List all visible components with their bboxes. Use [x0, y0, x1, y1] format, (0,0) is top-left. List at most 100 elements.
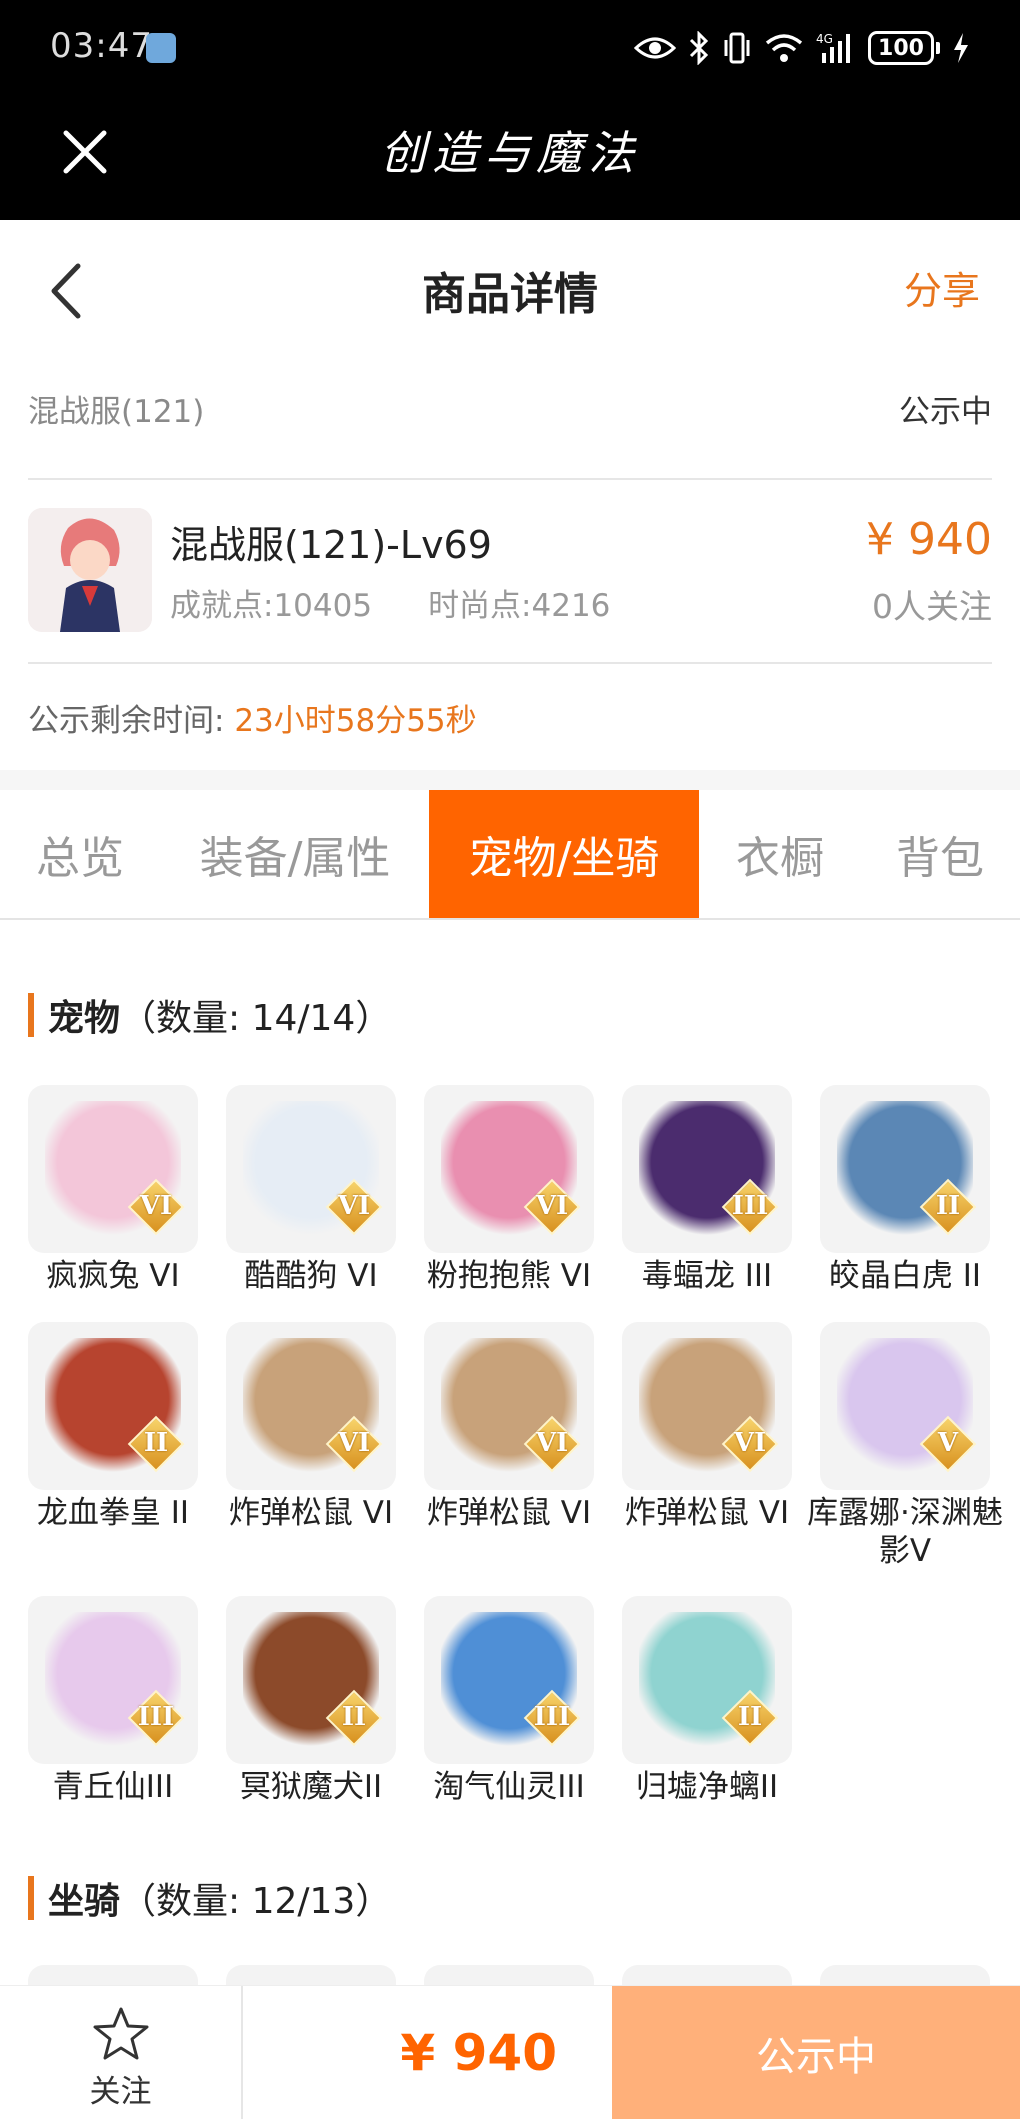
follower-count: 0人关注 [872, 587, 992, 626]
pet-item[interactable]: III 淘气仙灵III [424, 1596, 594, 1806]
divider [28, 662, 992, 664]
rank-badge-icon: VI [325, 1178, 383, 1236]
pets-section-title: 宠物（数量: 14/14） [28, 990, 391, 1040]
fashion-points: 时尚点:4216 [428, 588, 611, 624]
rank-numeral: V [937, 1428, 959, 1458]
status-bar: 03:47 4G 100 [0, 0, 1020, 95]
pet-card: III [424, 1596, 594, 1764]
pet-card: VI [424, 1322, 594, 1490]
divider [28, 478, 992, 480]
pet-card: III [622, 1085, 792, 1253]
pet-card: III [28, 1596, 198, 1764]
pet-item[interactable]: II 冥狱魔犬II [226, 1596, 396, 1806]
app-title: 创造与魔法 [380, 126, 640, 180]
rank-badge-icon: VI [523, 1178, 581, 1236]
bottom-bar: 关注 ¥ 940 公示中 [0, 1985, 1020, 2119]
pet-item[interactable]: VI 粉抱抱熊 VI [424, 1085, 594, 1295]
pet-item[interactable]: II 龙血拳皇 II [28, 1322, 198, 1532]
bluetooth-icon [689, 31, 709, 65]
wifi-icon [765, 34, 803, 62]
rank-badge-icon: III [127, 1689, 185, 1747]
pet-item[interactable]: V 库露娜·深渊魅影V [807, 1322, 1003, 1570]
tab-backpack[interactable]: 背包 [870, 790, 1010, 918]
pet-item[interactable]: VI 炸弹松鼠 VI [424, 1322, 594, 1532]
pet-item[interactable]: II 归墟净螭II [622, 1596, 792, 1806]
eye-icon [634, 37, 676, 59]
pet-card: II [820, 1085, 990, 1253]
tab-equipment[interactable]: 装备/属性 [175, 790, 415, 918]
pet-name: 淘气仙灵III [433, 1769, 585, 1805]
app-bar: 创造与魔法 [0, 95, 1020, 220]
rank-badge-icon: II [127, 1415, 185, 1473]
mounts-title: 坐骑 [48, 1881, 121, 1922]
pet-card: VI [226, 1322, 396, 1490]
rank-badge-icon: II [325, 1689, 383, 1747]
vibrate-icon [724, 32, 750, 64]
rank-badge-icon: V [919, 1415, 977, 1473]
rank-numeral: III [731, 1191, 769, 1221]
pet-item[interactable]: III 毒蝠龙 III [622, 1085, 792, 1295]
listing-status: 公示中 [899, 394, 992, 430]
pet-card: II [622, 1596, 792, 1764]
rank-badge-icon: III [721, 1178, 779, 1236]
rank-badge-icon: VI [721, 1415, 779, 1473]
pet-item[interactable]: VI 炸弹松鼠 VI [622, 1322, 792, 1532]
pets-title: 宠物 [48, 998, 121, 1039]
pet-item[interactable]: VI 炸弹松鼠 VI [226, 1322, 396, 1532]
pet-card: VI [28, 1085, 198, 1253]
tab-bar: 总览 装备/属性 宠物/坐骑 衣橱 背包 [0, 790, 1020, 920]
rank-numeral: VI [535, 1428, 569, 1458]
follow-button[interactable]: 关注 [0, 1986, 243, 2119]
rank-numeral: III [533, 1702, 571, 1732]
star-icon [93, 2007, 149, 2060]
pet-name: 冥狱魔犬II [239, 1769, 383, 1805]
mounts-section-title: 坐骑（数量: 12/13） [28, 1873, 391, 1923]
tab-overview[interactable]: 总览 [0, 790, 160, 918]
pet-name: 疯疯兔 VI [46, 1258, 180, 1294]
rank-numeral: VI [535, 1191, 569, 1221]
remaining-time-value: 23小时58分55秒 [234, 703, 477, 739]
rank-numeral: II [935, 1191, 961, 1221]
character-summary[interactable]: 混战服(121)-Lv69 成就点:10405 时尚点:4216 ¥ 940 0… [28, 500, 992, 635]
rank-badge-icon: II [919, 1178, 977, 1236]
rank-numeral: III [137, 1702, 175, 1732]
server-row: 混战服(121) 公示中 [28, 380, 992, 440]
pet-item[interactable]: VI 酷酷狗 VI [226, 1085, 396, 1295]
character-stats: 成就点:10405 时尚点:4216 [170, 580, 610, 625]
rank-badge-icon: III [523, 1689, 581, 1747]
pet-name: 归墟净螭II [635, 1769, 779, 1805]
pet-name: 炸弹松鼠 VI [228, 1495, 394, 1531]
share-button[interactable]: 分享 [904, 260, 980, 315]
pet-item[interactable]: III 青丘仙III [28, 1596, 198, 1806]
rank-numeral: VI [337, 1428, 371, 1458]
pet-name: 青丘仙III [52, 1769, 174, 1805]
rank-numeral: VI [337, 1191, 371, 1221]
svg-text:4G: 4G [816, 32, 833, 46]
pet-card: VI [226, 1085, 396, 1253]
page-header: 商品详情 分享 [0, 220, 1020, 350]
signal-icon: 4G [816, 32, 850, 63]
pet-card: II [226, 1596, 396, 1764]
pet-name: 龙血拳皇 II [36, 1495, 190, 1531]
mounts-count: （数量: 12/13） [120, 1881, 392, 1922]
tab-pets-mounts[interactable]: 宠物/坐骑 [429, 790, 699, 918]
publicity-status-button[interactable]: 公示中 [612, 1986, 1020, 2119]
rank-badge-icon: VI [127, 1178, 185, 1236]
pet-name: 酷酷狗 VI [244, 1258, 378, 1294]
rank-numeral: II [143, 1428, 169, 1458]
section-gap [0, 770, 1020, 790]
remaining-time-label: 公示剩余时间: [28, 703, 225, 739]
pet-name: 库露娜·深渊魅影V [807, 1495, 1003, 1569]
follow-label: 关注 [89, 2074, 152, 2110]
price: ¥ 940 [866, 514, 992, 565]
status-icons: 4G 100 [634, 26, 970, 70]
battery-level: 100 [868, 31, 934, 65]
tab-wardrobe[interactable]: 衣橱 [710, 790, 850, 918]
pet-item[interactable]: VI 疯疯兔 VI [28, 1085, 198, 1295]
pet-name: 皎晶白虎 II [828, 1258, 982, 1294]
pet-name: 炸弹松鼠 VI [426, 1495, 592, 1531]
bottom-price: ¥ 940 [400, 2024, 557, 2082]
rank-numeral: II [737, 1702, 763, 1732]
pet-name: 粉抱抱熊 VI [426, 1258, 592, 1294]
pet-item[interactable]: II 皎晶白虎 II [820, 1085, 990, 1295]
